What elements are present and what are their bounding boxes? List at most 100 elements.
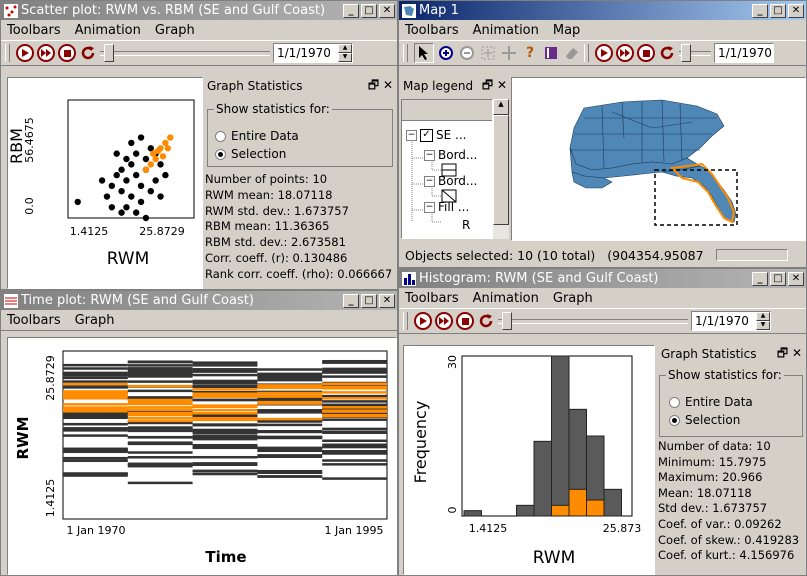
play-icon[interactable]: [16, 44, 34, 62]
timeplot-title-bar[interactable]: Time plot: RWM (SE and Gulf Coast) _ □ ✕: [1, 291, 397, 310]
maximize-button[interactable]: □: [770, 271, 786, 286]
legend-item-border1[interactable]: − Bord...: [424, 148, 477, 162]
time-series-line: [192, 443, 258, 447]
zoom-extent-icon[interactable]: [479, 44, 497, 62]
progress-bar: [715, 249, 788, 261]
minimize-button[interactable]: _: [752, 3, 768, 18]
menu-toolbars[interactable]: Toolbars: [7, 313, 61, 328]
restore-icon[interactable]: 🗗: [777, 346, 788, 360]
radio-entire-data[interactable]: Entire Data: [215, 129, 299, 143]
stop-icon[interactable]: [456, 312, 474, 330]
menu-animation[interactable]: Animation: [75, 23, 141, 38]
selected-point: [167, 134, 174, 141]
zoom-in-icon[interactable]: [437, 44, 455, 62]
help-icon[interactable]: ?: [521, 44, 539, 62]
fast-forward-icon[interactable]: [37, 44, 55, 62]
zoom-out-icon[interactable]: [458, 44, 476, 62]
refresh-icon[interactable]: [658, 44, 676, 62]
play-icon[interactable]: [414, 312, 432, 330]
radio-selection[interactable]: Selection: [215, 147, 286, 161]
date-spinner[interactable]: ▲ ▼: [756, 312, 770, 330]
histogram-plot-area[interactable]: 30 0 Frequency 1.4125 25.873 RWM: [403, 345, 655, 575]
legend-item-fill[interactable]: − Fill ...: [424, 200, 469, 214]
refresh-icon[interactable]: [79, 44, 97, 62]
minimize-button[interactable]: _: [343, 293, 359, 308]
scatter-point: [142, 155, 150, 163]
map-menubar: Toolbars Animation Map: [399, 20, 806, 40]
time-series-line: [322, 443, 387, 447]
pan-icon[interactable]: [500, 44, 518, 62]
menu-graph[interactable]: Graph: [553, 291, 593, 306]
scroll-thumb[interactable]: [493, 115, 509, 225]
histogram-title-bar[interactable]: Histogram: RWM (SE and Gulf Coast) _ □ ✕: [399, 269, 806, 288]
radio-entire-data[interactable]: Entire Data: [669, 395, 753, 409]
slider-thumb[interactable]: [502, 312, 512, 330]
time-slider[interactable]: [100, 43, 270, 63]
fast-forward-icon[interactable]: [616, 44, 634, 62]
eraser-icon[interactable]: [563, 44, 581, 62]
menu-map[interactable]: Map: [553, 23, 580, 38]
close-icon[interactable]: ✕: [792, 346, 802, 360]
timeplot-area[interactable]: 25.8729 1.4125 RWM 1 Jan 1970 1 Jan 1995…: [7, 337, 397, 575]
x-axis-label: RWM: [107, 249, 150, 269]
menu-graph[interactable]: Graph: [75, 313, 115, 328]
scatter-plot-area[interactable]: 56.4675 0.0 RBM 1.4125 25.8729 RWM: [7, 77, 203, 289]
stop-icon[interactable]: [637, 44, 655, 62]
date-field[interactable]: 1/1/1970 ▲ ▼: [691, 311, 771, 331]
time-series-line: [257, 448, 323, 452]
map-title-bar[interactable]: Map 1 _ □ ✕: [399, 1, 806, 20]
legend-item-border2[interactable]: − Bord...: [424, 174, 477, 188]
maximize-button[interactable]: □: [770, 3, 786, 18]
legend-scrollbar[interactable]: ▲: [493, 99, 509, 239]
close-icon[interactable]: ✕: [497, 78, 507, 92]
stop-icon[interactable]: [58, 44, 76, 62]
stat-line: Maximum: 20.966: [658, 470, 763, 485]
fast-forward-icon[interactable]: [435, 312, 453, 330]
minimize-button[interactable]: _: [343, 3, 359, 18]
selected-time-line: [257, 402, 323, 405]
legend-layer-se[interactable]: − ✓ SE ...: [406, 128, 466, 142]
close-button[interactable]: ✕: [788, 3, 804, 18]
map-canvas[interactable]: [511, 77, 806, 241]
refresh-icon[interactable]: [477, 312, 495, 330]
maximize-button[interactable]: □: [361, 3, 377, 18]
play-icon[interactable]: [595, 44, 613, 62]
time-slider[interactable]: [679, 43, 711, 63]
maximize-button[interactable]: □: [361, 293, 377, 308]
stat-line: Coef. of skew.: 0.419283: [658, 532, 800, 547]
menu-animation[interactable]: Animation: [473, 23, 539, 38]
menu-graph[interactable]: Graph: [155, 23, 195, 38]
layer-checkbox[interactable]: ✓: [420, 128, 433, 142]
minimize-button[interactable]: _: [752, 271, 768, 286]
y-max-tick: 25.8729: [44, 355, 57, 401]
close-button[interactable]: ✕: [379, 293, 395, 308]
toolbar-grip[interactable]: [584, 44, 589, 62]
toolbar-grip[interactable]: [5, 44, 10, 62]
close-icon[interactable]: ✕: [383, 78, 393, 92]
menu-toolbars[interactable]: Toolbars: [405, 23, 459, 38]
menu-toolbars[interactable]: Toolbars: [7, 23, 61, 38]
time-series-line: [127, 364, 193, 367]
date-field[interactable]: 1/1/1970 ▲ ▼: [273, 43, 353, 63]
date-field[interactable]: 1/1/1970: [714, 43, 774, 63]
radio-selection[interactable]: Selection: [669, 413, 740, 427]
scatter-title-bar[interactable]: Scatter plot: RWM vs. RBM (SE and Gulf C…: [1, 1, 397, 20]
collapse-icon[interactable]: −: [406, 129, 417, 141]
menu-animation[interactable]: Animation: [473, 291, 539, 306]
menu-toolbars[interactable]: Toolbars: [405, 291, 459, 306]
toolbar-grip[interactable]: [403, 312, 408, 330]
time-series-line: [192, 469, 258, 473]
slider-thumb[interactable]: [681, 44, 691, 62]
date-spinner[interactable]: ▲ ▼: [338, 44, 352, 62]
toolbar-grip[interactable]: [403, 44, 408, 62]
close-button[interactable]: ✕: [788, 271, 804, 286]
close-button[interactable]: ✕: [379, 3, 395, 18]
arrow-cursor-icon[interactable]: [414, 43, 434, 63]
scatter-point: [98, 177, 106, 184]
restore-icon[interactable]: 🗗: [368, 78, 379, 92]
restore-icon[interactable]: 🗗: [482, 78, 493, 92]
book-icon[interactable]: [542, 44, 560, 62]
scatter-point: [128, 193, 135, 200]
time-slider[interactable]: [498, 311, 688, 331]
slider-thumb[interactable]: [104, 44, 114, 62]
